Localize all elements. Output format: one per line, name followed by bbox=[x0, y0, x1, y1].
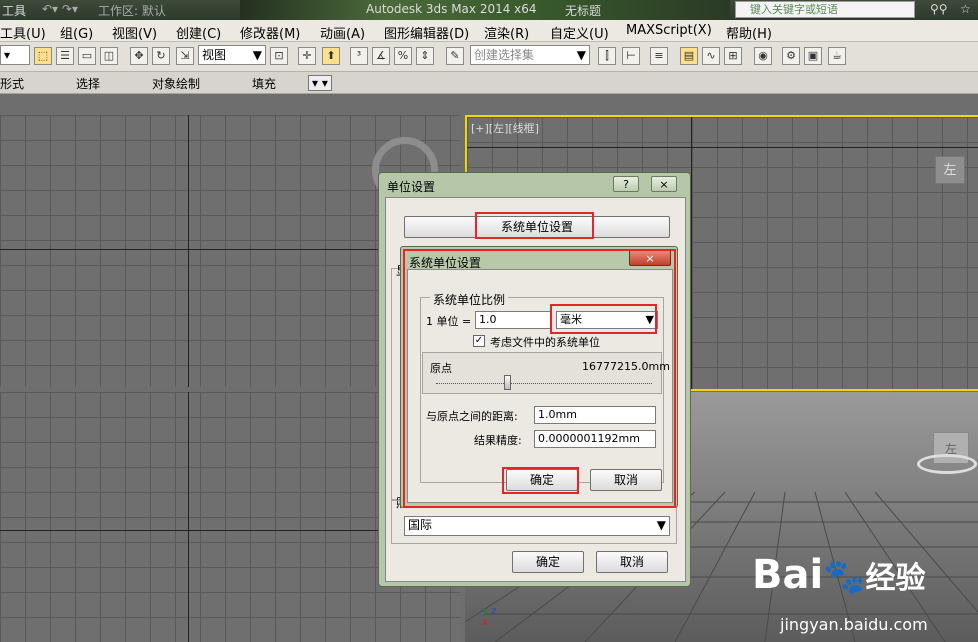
menu-views[interactable]: 视图(V) bbox=[112, 23, 157, 42]
rect-selection-icon[interactable]: ▭ bbox=[78, 47, 96, 65]
menu-graph-editors[interactable]: 图形编辑器(D) bbox=[384, 23, 469, 42]
menu-customize[interactable]: 自定义(U) bbox=[550, 23, 609, 42]
grid-axis-vertical bbox=[188, 115, 189, 387]
select-manipulate-icon[interactable]: ✛ bbox=[298, 47, 316, 65]
selection-filter-dropdown[interactable]: ▾ bbox=[0, 45, 30, 65]
ribbon-tab-row: 形式 选择 对象绘制 填充 ▾ ▾ bbox=[0, 72, 978, 94]
menu-create[interactable]: 创建(C) bbox=[176, 23, 221, 42]
ribbon-options-icon[interactable]: ▾ ▾ bbox=[308, 75, 332, 91]
ribbon-tab-freeform[interactable]: 形式 bbox=[0, 75, 24, 92]
paw-icon: 🐾 bbox=[823, 557, 866, 597]
reference-coordinate-select[interactable]: 视图 ▼ bbox=[198, 45, 266, 65]
render-teapot-icon[interactable]: ☕ bbox=[828, 47, 846, 65]
undo-icon[interactable]: ↶▾ ↷▾ bbox=[42, 2, 78, 16]
highlight-ok-button bbox=[502, 467, 579, 494]
scale-icon[interactable]: ⇲ bbox=[176, 47, 194, 65]
menu-animation[interactable]: 动画(A) bbox=[320, 23, 365, 42]
material-editor-icon[interactable]: ◉ bbox=[754, 47, 772, 65]
rendered-frame-icon[interactable]: ▣ bbox=[804, 47, 822, 65]
title-bar: 工具 ↶▾ ↷▾ 工作区: 默认 Autodesk 3ds Max 2014 x… bbox=[0, 0, 978, 20]
edit-named-selection-icon[interactable]: ✎ bbox=[446, 47, 464, 65]
main-toolbar: ▾ ⬚ ☰ ▭ ◫ ✥ ↻ ⇲ 视图 ▼ ⊡ ✛ ⬆ ³ ∡ % ⇕ ✎ 创建选择… bbox=[0, 42, 978, 72]
close-button[interactable]: × bbox=[651, 176, 677, 192]
reference-coordinate-value: 视图 bbox=[202, 48, 227, 62]
window-crossing-icon[interactable]: ◫ bbox=[100, 47, 118, 65]
viewport-label[interactable]: [+][左][线框] bbox=[471, 120, 539, 136]
help-button[interactable]: ? bbox=[613, 176, 639, 192]
grid-axis-vertical bbox=[691, 117, 692, 389]
ribbon-tab-populate[interactable]: 填充 bbox=[252, 75, 276, 92]
snap-3d-icon[interactable]: ³ bbox=[350, 47, 368, 65]
app-title: Autodesk 3ds Max 2014 x64 bbox=[366, 2, 537, 16]
spinner-snap-icon[interactable]: ⇕ bbox=[416, 47, 434, 65]
keyboard-shortcut-icon[interactable]: ⬆ bbox=[322, 47, 340, 65]
highlight-unit-select bbox=[550, 304, 657, 334]
ribbon-tab-object-paint[interactable]: 对象绘制 bbox=[152, 75, 200, 92]
chevron-down-icon: ▼ bbox=[656, 518, 666, 532]
named-selection-set-value: 创建选择集 bbox=[474, 48, 535, 62]
menu-maxscript[interactable]: MAXScript(X) bbox=[626, 23, 712, 38]
chevron-down-icon: ▼ bbox=[252, 48, 262, 62]
menu-rendering[interactable]: 渲染(R) bbox=[484, 23, 529, 42]
grid-axis-horizontal bbox=[467, 147, 978, 148]
favorites-icon[interactable]: ☆ bbox=[960, 2, 971, 16]
rotate-icon[interactable]: ↻ bbox=[152, 47, 170, 65]
curve-editor-icon[interactable]: ∿ bbox=[702, 47, 720, 65]
workspace-selector[interactable]: 工作区: 默认 bbox=[98, 2, 166, 19]
tools-menu-stub[interactable]: 工具 bbox=[2, 2, 26, 19]
layer-manager-icon[interactable]: ≡ bbox=[650, 47, 668, 65]
ribbon-tab-selection[interactable]: 选择 bbox=[76, 75, 100, 92]
units-cancel-button[interactable]: 取消 bbox=[596, 551, 668, 573]
select-by-name-icon[interactable]: ☰ bbox=[56, 47, 74, 65]
render-setup-icon[interactable]: ⚙ bbox=[782, 47, 800, 65]
percent-snap-icon[interactable]: % bbox=[394, 47, 412, 65]
baidu-brand: Bai bbox=[752, 552, 824, 598]
menu-group[interactable]: 组(G) bbox=[60, 23, 93, 42]
units-dialog-title: 单位设置 bbox=[387, 180, 436, 194]
lighting-units-value: 国际 bbox=[408, 518, 433, 532]
move-icon[interactable]: ✥ bbox=[130, 47, 148, 65]
lighting-units-select[interactable]: 国际 ▼ bbox=[404, 516, 670, 536]
align-icon[interactable]: ⊢ bbox=[622, 47, 640, 65]
binoculars-icon[interactable]: ⚲⚲ bbox=[930, 2, 948, 16]
menu-bar: 工具(U) 组(G) 视图(V) 创建(C) 修改器(M) 动画(A) 图形编辑… bbox=[0, 20, 978, 42]
document-title: 无标题 bbox=[565, 4, 602, 18]
search-input[interactable]: 键入关键字或短语 bbox=[735, 1, 915, 18]
baidu-brand-suffix: 经验 bbox=[865, 561, 926, 596]
mirror-icon[interactable]: ⫿ bbox=[598, 47, 616, 65]
viewcube-icon[interactable]: 左 bbox=[935, 156, 965, 184]
grid-axis-vertical bbox=[188, 392, 189, 642]
viewcube-ring-icon bbox=[917, 454, 977, 474]
graphite-ribbon-icon[interactable]: ▤ bbox=[680, 47, 698, 65]
menu-tools[interactable]: 工具(U) bbox=[0, 23, 46, 42]
baidu-url: jingyan.baidu.com bbox=[780, 615, 928, 634]
pivot-icon[interactable]: ⊡ bbox=[270, 47, 288, 65]
menu-help[interactable]: 帮助(H) bbox=[726, 23, 772, 42]
named-selection-set-select[interactable]: 创建选择集 ▼ bbox=[470, 45, 590, 65]
menu-modifiers[interactable]: 修改器(M) bbox=[240, 23, 300, 42]
baidu-logo: Bai🐾经验 bbox=[752, 552, 926, 598]
schematic-view-icon[interactable]: ⊞ bbox=[724, 47, 742, 65]
angle-snap-icon[interactable]: ∡ bbox=[372, 47, 390, 65]
highlight-system-unit-button bbox=[475, 212, 594, 239]
select-object-icon[interactable]: ⬚ bbox=[34, 47, 52, 65]
units-ok-button[interactable]: 确定 bbox=[512, 551, 584, 573]
chevron-down-icon: ▼ bbox=[576, 48, 586, 62]
axis-gizmo-icon: y zx bbox=[482, 606, 497, 628]
